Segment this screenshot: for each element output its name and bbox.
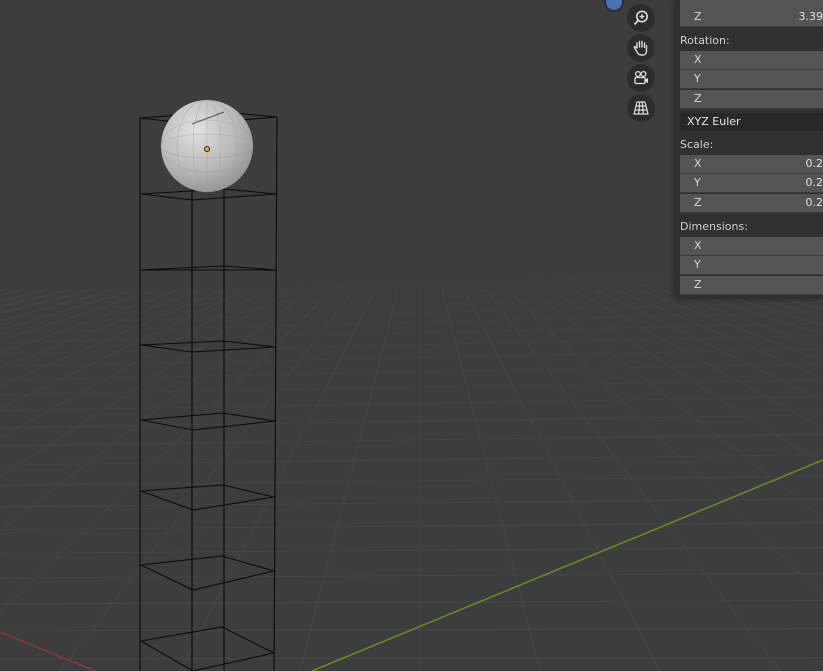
scale-z-value: 0.2 — [805, 196, 823, 209]
location-z-axis-label: Z — [694, 10, 702, 23]
dimensions-y-field[interactable]: Y — [680, 256, 823, 275]
scale-z-field[interactable]: Z 0.2 — [680, 194, 823, 213]
scale-y-axis-label: Y — [694, 176, 701, 189]
rotation-mode-value: XYZ Euler — [687, 115, 741, 128]
camera-view-button[interactable] — [627, 64, 655, 92]
scale-label: Scale: — [680, 138, 714, 151]
rotation-z-axis-label: Z — [694, 92, 702, 105]
grid-icon — [633, 101, 649, 115]
location-z-field[interactable]: Z 3.39 — [680, 8, 823, 27]
scale-z-axis-label: Z — [694, 196, 702, 209]
perspective-toggle-button[interactable] — [627, 94, 655, 122]
rotation-z-field[interactable]: Z — [680, 90, 823, 109]
dimensions-x-field[interactable]: X — [680, 237, 823, 256]
zoom-icon — [633, 10, 648, 26]
rotation-x-field[interactable]: X — [680, 51, 823, 70]
hand-icon — [633, 40, 648, 56]
object-origin-dot — [203, 145, 210, 152]
scale-y-value: 0.2 — [805, 176, 823, 189]
scale-x-axis-label: X — [694, 157, 702, 170]
zoom-button[interactable] — [627, 4, 655, 32]
rotation-x-axis-label: X — [694, 53, 702, 66]
transform-panel: Z 3.39 Rotation: X Y Z XYZ Euler Scale: … — [676, 0, 823, 297]
scale-x-field[interactable]: X 0.2 — [680, 155, 823, 174]
sphere-object[interactable] — [160, 99, 254, 193]
camera-icon — [634, 70, 648, 85]
floor-grid — [0, 268, 823, 671]
pan-button[interactable] — [627, 34, 655, 62]
dimensions-label: Dimensions: — [680, 220, 748, 233]
dimensions-z-axis-label: Z — [694, 278, 702, 291]
location-z-value: 3.39 — [798, 10, 823, 23]
rotation-y-field[interactable]: Y — [680, 70, 823, 89]
dimensions-z-field[interactable]: Z — [680, 276, 823, 295]
dimensions-y-axis-label: Y — [694, 258, 701, 271]
dimensions-x-axis-label: X — [694, 239, 702, 252]
x-axis-line — [0, 631, 96, 671]
scale-x-value: 0.2 — [805, 157, 823, 170]
scale-y-field[interactable]: Y 0.2 — [680, 174, 823, 193]
rotation-mode-dropdown[interactable]: XYZ Euler — [680, 113, 823, 131]
rotation-label: Rotation: — [680, 34, 730, 47]
rotation-y-axis-label: Y — [694, 72, 701, 85]
